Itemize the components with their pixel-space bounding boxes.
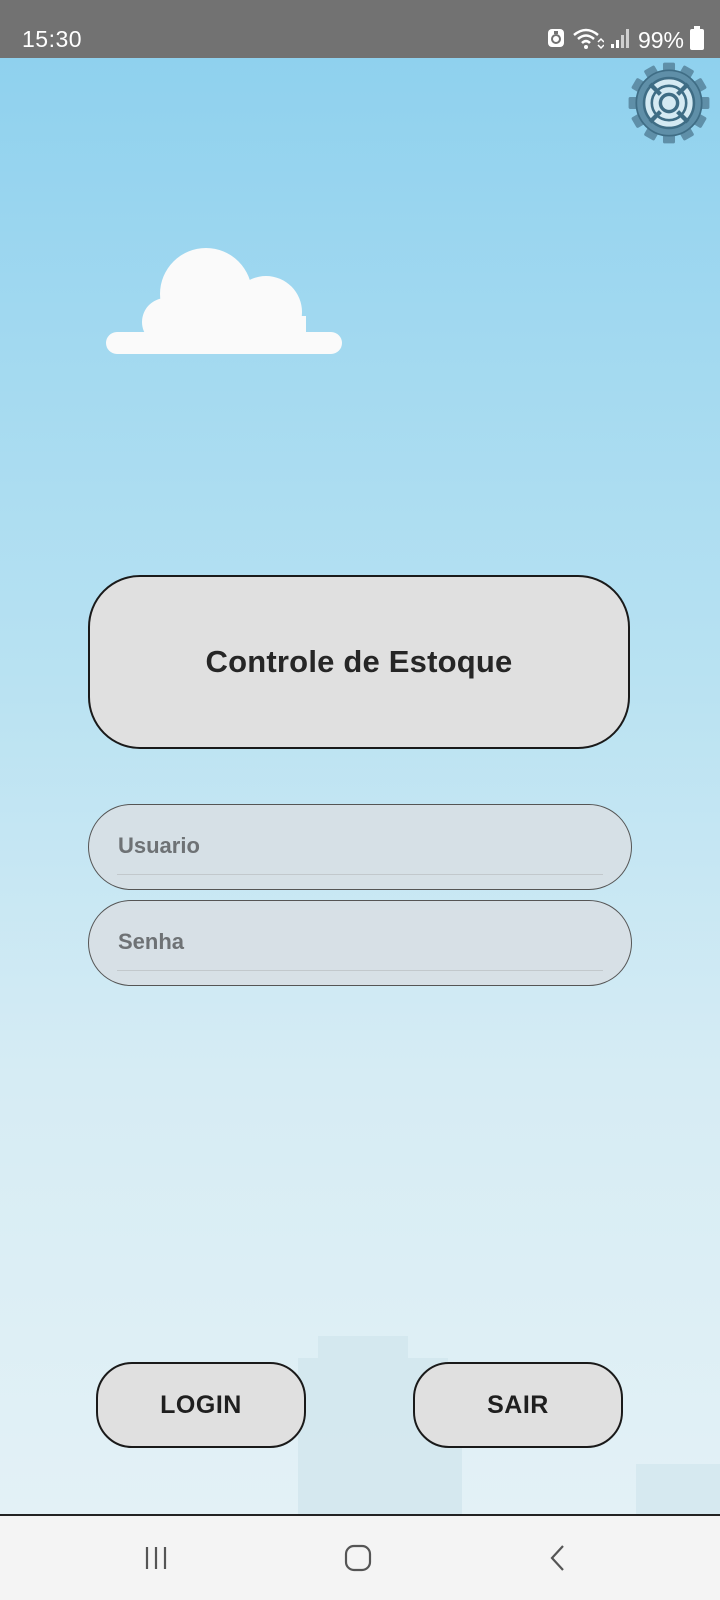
status-time: 15:30 xyxy=(22,26,83,52)
cloud-decoration xyxy=(106,248,342,354)
gear-icon xyxy=(628,62,710,144)
password-field[interactable]: Senha xyxy=(88,900,632,986)
wifi-icon xyxy=(572,26,605,55)
back-icon xyxy=(550,1545,564,1571)
username-field[interactable]: Usuario xyxy=(88,804,632,890)
status-bar: 15:30 99% xyxy=(0,0,720,58)
password-placeholder: Senha xyxy=(118,929,185,954)
username-underline xyxy=(117,874,603,875)
home-icon xyxy=(344,1544,372,1572)
exit-button-label: SAIR xyxy=(487,1390,549,1419)
home-button[interactable] xyxy=(318,1528,398,1588)
app-title-box: Controle de Estoque xyxy=(88,575,630,749)
battery-icon xyxy=(690,25,704,55)
recent-apps-button[interactable] xyxy=(116,1528,196,1588)
username-placeholder: Usuario xyxy=(118,833,200,858)
battery-percent: 99% xyxy=(637,26,684,53)
status-icons: 99% xyxy=(546,25,704,55)
recent-apps-icon xyxy=(145,1547,167,1569)
login-button-label: LOGIN xyxy=(160,1390,242,1419)
app-screen: Controle de Estoque Usuario Senha xyxy=(0,58,720,1514)
signal-icon xyxy=(610,27,632,54)
back-button[interactable] xyxy=(518,1528,598,1588)
password-underline xyxy=(117,970,603,971)
navigation-bar xyxy=(0,1516,720,1600)
exit-button[interactable]: SAIR xyxy=(413,1362,623,1448)
notification-app-icon xyxy=(546,27,566,54)
settings-button[interactable] xyxy=(626,60,712,146)
app-title: Controle de Estoque xyxy=(205,644,513,679)
login-button[interactable]: LOGIN xyxy=(96,1362,306,1448)
